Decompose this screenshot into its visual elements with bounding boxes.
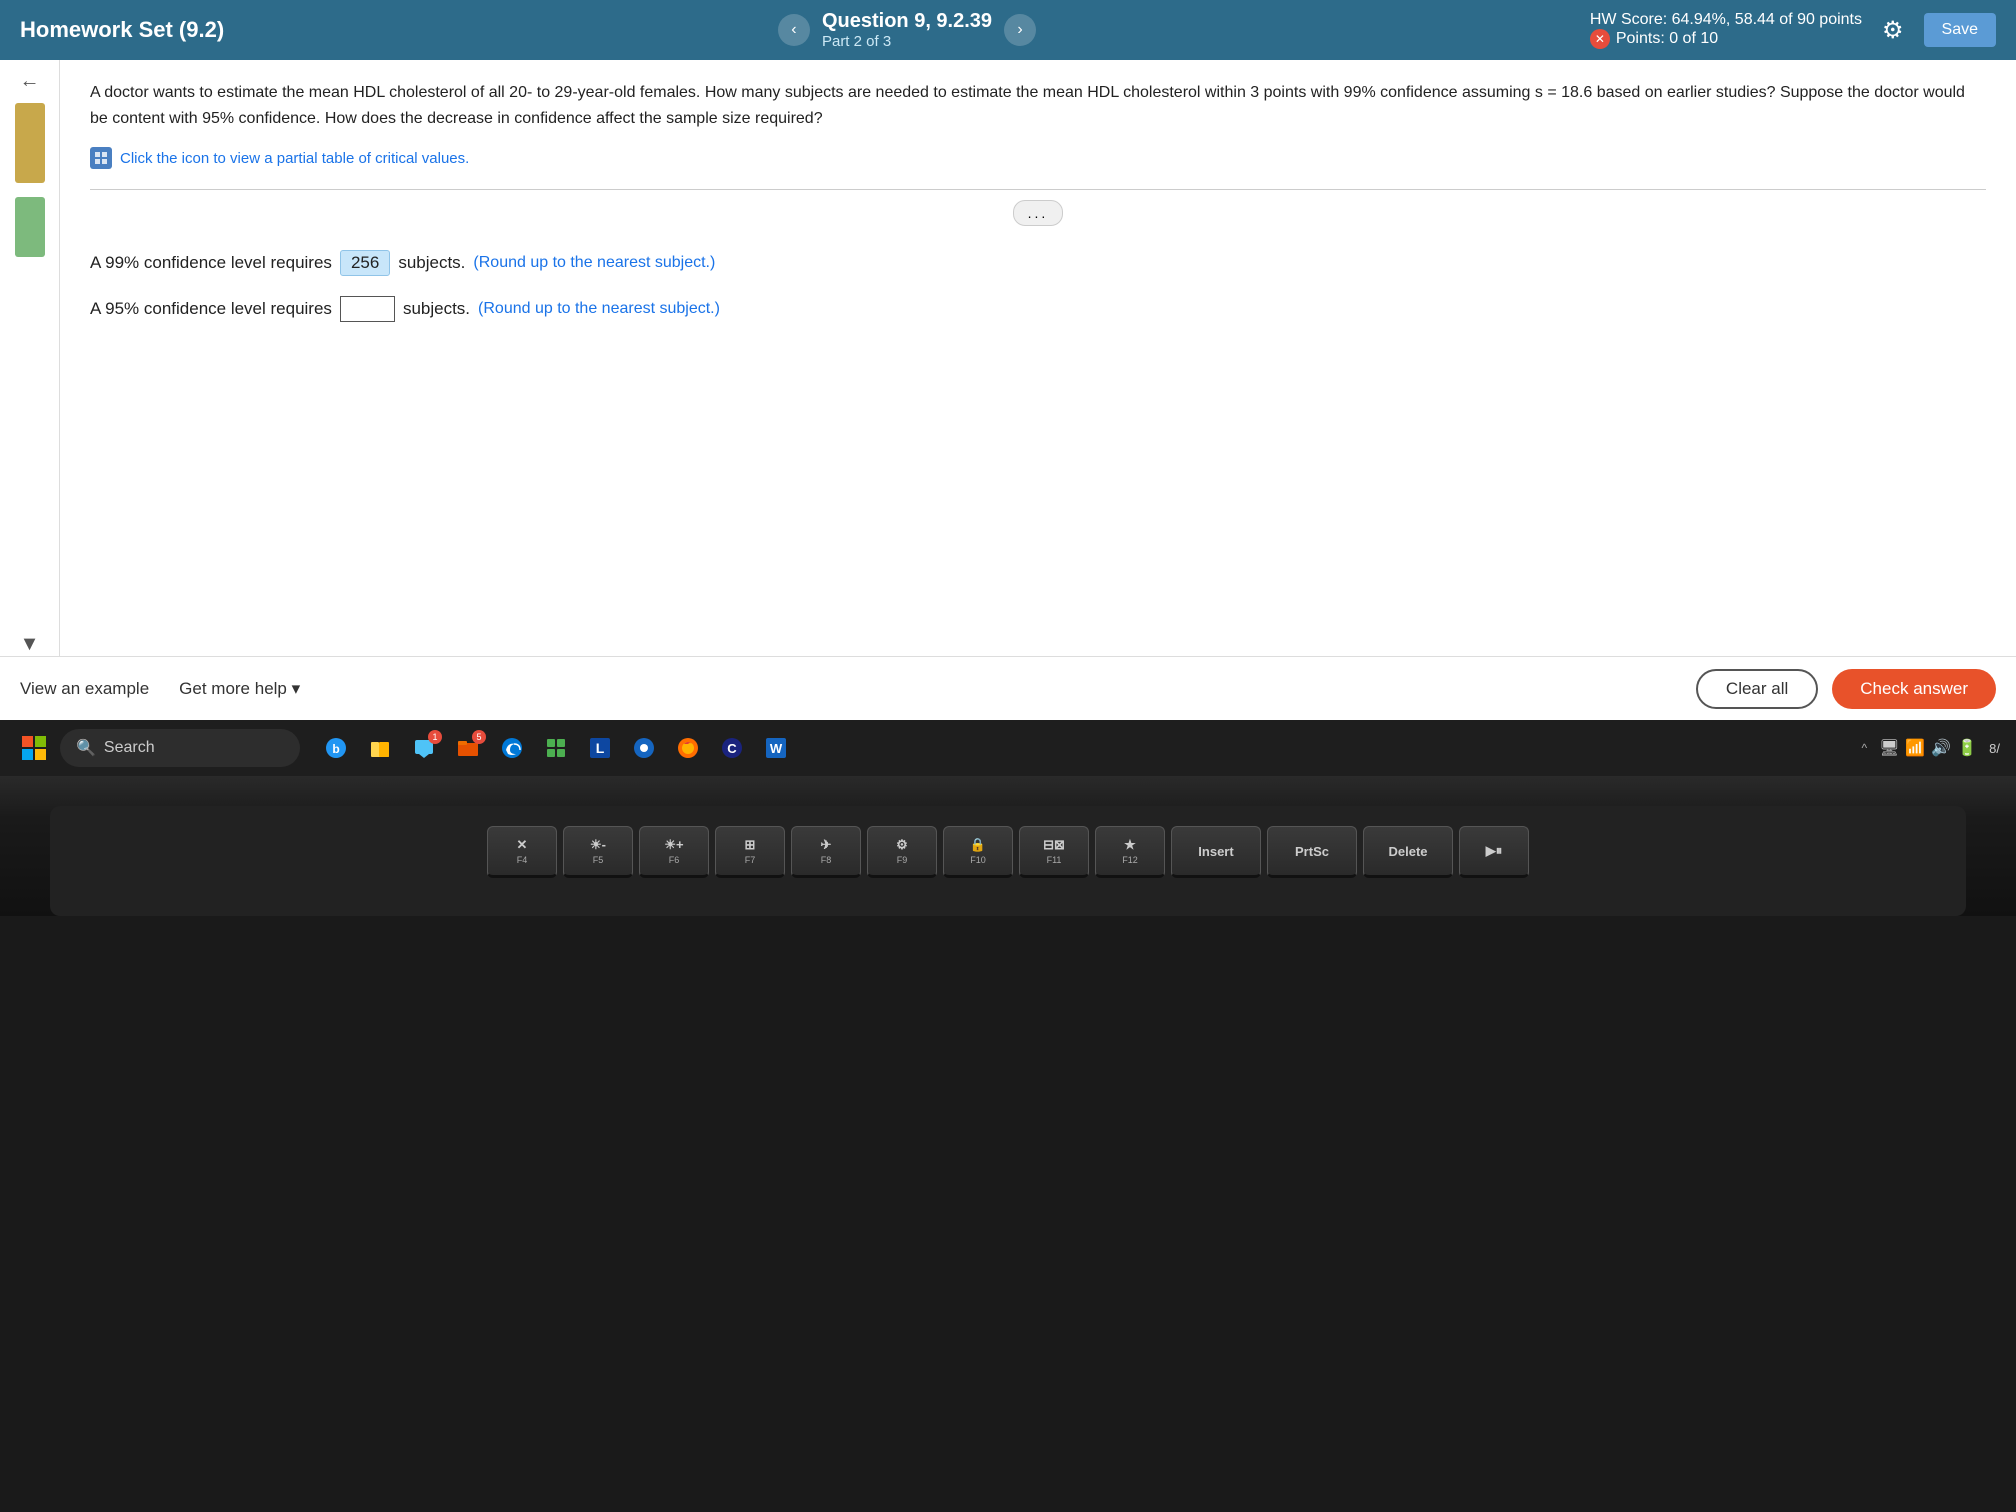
file-explorer-icon[interactable] (360, 728, 400, 768)
sidebar-block-1 (15, 103, 45, 183)
next-question-button[interactable]: › (1004, 14, 1036, 46)
c-icon[interactable]: C (712, 728, 752, 768)
tray-icons: 🖥 📶 🔊 🔋 (1879, 738, 1977, 758)
part-label: Part 2 of 3 (822, 33, 992, 50)
key-f4[interactable]: ✕ F4 (487, 826, 557, 878)
bottom-right: Clear all Check answer (1696, 669, 1996, 709)
answer-99-value: 256 (340, 250, 390, 276)
scroll-down-arrow[interactable]: ▼ (20, 633, 40, 656)
answer-99-prefix: A 99% confidence level requires (90, 253, 332, 273)
laptop-body: ✕ F4 ☀- F5 ☀+ F6 ⊞ F7 ✈ F8 ⚙ F9 (0, 776, 2016, 916)
key-prtsc[interactable]: PrtSc (1267, 826, 1357, 878)
edge-icon[interactable] (492, 728, 532, 768)
win-logo-cell-1 (22, 736, 33, 747)
firefox-icon[interactable] (668, 728, 708, 768)
answer-95-suffix-plain: subjects. (403, 299, 470, 319)
question-nav-center: ‹ Question 9, 9.2.39 Part 2 of 3 › (778, 10, 1036, 50)
answer-95-input[interactable] (340, 296, 395, 322)
volume-icon[interactable]: 🔊 (1931, 738, 1951, 758)
left-sidebar: ← ▼ (0, 60, 60, 656)
svg-text:W: W (770, 741, 783, 756)
svg-text:b: b (332, 742, 339, 756)
taskbar-tray: ^ 🖥 📶 🔊 🔋 8/ (1861, 738, 2000, 758)
key-f7[interactable]: ⊞ F7 (715, 826, 785, 878)
search-icon: 🔍 (76, 738, 96, 758)
search-bar-text: Search (104, 739, 155, 757)
key-f5[interactable]: ☀- F5 (563, 826, 633, 878)
bottom-left: View an example Get more help ▾ (20, 679, 300, 699)
tray-icon-1: 🖥 (1879, 738, 1899, 758)
save-button[interactable]: Save (1924, 13, 1996, 47)
get-more-help-button[interactable]: Get more help ▾ (179, 679, 300, 699)
points-x-icon: ✕ (1590, 29, 1610, 49)
key-f10[interactable]: 🔒 F10 (943, 826, 1013, 878)
answer-row-99: A 99% confidence level requires 256 subj… (90, 250, 1986, 276)
content-area: ← ▼ A doctor wants to estimate the mean … (0, 60, 2016, 656)
taskbar-icons: b 1 5 (316, 728, 796, 768)
taskbar: 🔍 Search b 1 (0, 720, 2016, 776)
click-icon-link[interactable]: Click the icon to view a partial table o… (120, 150, 469, 167)
start-button[interactable] (16, 730, 52, 766)
click-icon-line: Click the icon to view a partial table o… (90, 147, 1986, 169)
header-right: HW Score: 64.94%, 58.44 of 90 points ✕ P… (1590, 11, 1996, 49)
keyboard-area: ✕ F4 ☀- F5 ☀+ F6 ⊞ F7 ✈ F8 ⚙ F9 (50, 806, 1965, 916)
hw-score: HW Score: 64.94%, 58.44 of 90 points (1590, 11, 1862, 29)
prev-question-button[interactable]: ‹ (778, 14, 810, 46)
homework-title: Homework Set (9.2) (20, 17, 224, 43)
key-f6[interactable]: ☀+ F6 (639, 826, 709, 878)
l-icon[interactable]: L (580, 728, 620, 768)
apple-icon[interactable]: b (316, 728, 356, 768)
answer-99-blue: (Round up to the nearest subject.) (473, 254, 715, 272)
answer-95-prefix: A 95% confidence level requires (90, 299, 332, 319)
points-info: ✕ Points: 0 of 10 (1590, 29, 1862, 49)
gear-button[interactable]: ⚙ (1882, 16, 1904, 45)
clear-all-button[interactable]: Clear all (1696, 669, 1818, 709)
bottom-bar: View an example Get more help ▾ Clear al… (0, 656, 2016, 720)
answer-99-suffix-plain: subjects. (398, 253, 465, 273)
messages-badge: 1 (428, 730, 442, 744)
points-label: Points: 0 of 10 (1616, 30, 1718, 48)
back-arrow[interactable]: ← (20, 70, 40, 93)
sidebar-block-2 (15, 197, 45, 257)
word-icon[interactable]: W (756, 728, 796, 768)
folder-icon[interactable]: 5 (448, 728, 488, 768)
search-bar[interactable]: 🔍 Search (60, 729, 300, 767)
divider-area: ... (90, 200, 1986, 226)
circle-icon[interactable] (624, 728, 664, 768)
question-text: A doctor wants to estimate the mean HDL … (90, 80, 1986, 131)
tray-caret[interactable]: ^ (1861, 741, 1867, 755)
key-pause[interactable]: ▶⏸ (1459, 826, 1529, 878)
win-logo-cell-4 (35, 749, 46, 760)
key-f9[interactable]: ⚙ F9 (867, 826, 937, 878)
time-display[interactable]: 8/ (1989, 741, 2000, 756)
win-logo-cell-2 (35, 736, 46, 747)
main-content: A doctor wants to estimate the mean HDL … (60, 60, 2016, 656)
messages-icon[interactable]: 1 (404, 728, 444, 768)
answer-95-blue: (Round up to the nearest subject.) (478, 300, 720, 318)
key-f12[interactable]: ★ F12 (1095, 826, 1165, 878)
answer-row-95: A 95% confidence level requires subjects… (90, 296, 1986, 322)
keyboard-fn-row: ✕ F4 ☀- F5 ☀+ F6 ⊞ F7 ✈ F8 ⚙ F9 (80, 826, 1935, 878)
top-header: Homework Set (9.2) ‹ Question 9, 9.2.39 … (0, 0, 2016, 60)
svg-text:C: C (727, 741, 737, 756)
windows-grid-icon[interactable] (536, 728, 576, 768)
battery-icon: 🔋 (1957, 738, 1977, 758)
windows-logo (22, 736, 46, 760)
svg-text:L: L (596, 740, 605, 756)
key-delete[interactable]: Delete (1363, 826, 1453, 878)
key-insert[interactable]: Insert (1171, 826, 1261, 878)
dots-button[interactable]: ... (1013, 200, 1064, 226)
folder-badge: 5 (472, 730, 486, 744)
key-f8[interactable]: ✈ F8 (791, 826, 861, 878)
question-title: Question 9, 9.2.39 (822, 10, 992, 33)
wifi-icon[interactable]: 📶 (1905, 738, 1925, 758)
win-logo-cell-3 (22, 749, 33, 760)
key-f11[interactable]: ⊟⊠ F11 (1019, 826, 1089, 878)
table-icon[interactable] (90, 147, 112, 169)
click-icon-text: Click the icon to view a partial table o… (120, 150, 469, 167)
check-answer-button[interactable]: Check answer (1832, 669, 1996, 709)
view-example-button[interactable]: View an example (20, 679, 149, 699)
